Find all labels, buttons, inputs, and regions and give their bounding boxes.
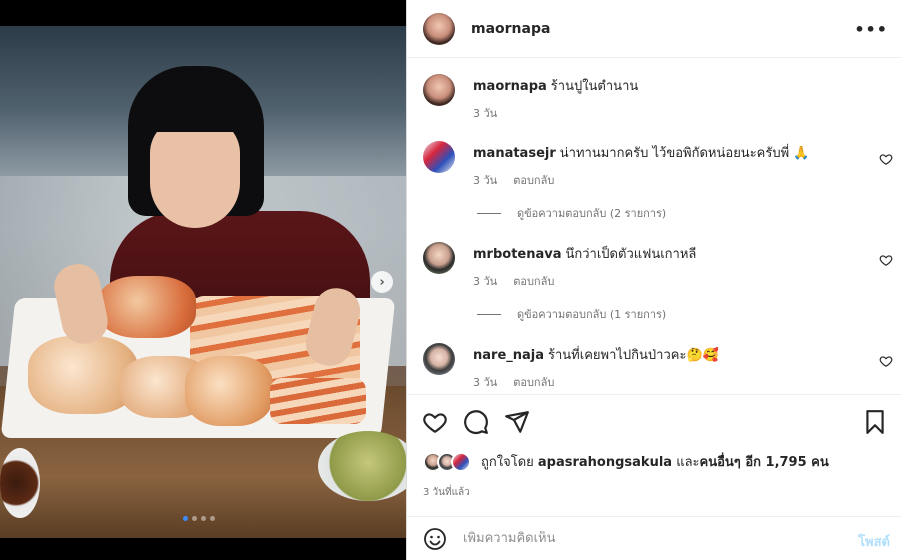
- comment-text: น่าทานมากครับ ไว้ขอพิกัดหน่อยนะครับพี่ 🙏: [559, 146, 810, 161]
- carousel-dot: [192, 516, 197, 521]
- caption-text: ร้านปูในตำนาน: [550, 79, 639, 94]
- carousel-dot: [210, 516, 215, 521]
- post-time-ago[interactable]: 3 วันที่แล้ว: [423, 485, 470, 500]
- post-side-panel: maornapa ••• maornapa ร้านปูในตำนาน 3 วัน: [406, 0, 901, 560]
- comment-time[interactable]: 3 วัน: [473, 171, 497, 189]
- avatar[interactable]: [423, 242, 455, 274]
- comment-text: ร้านที่เคยพาไปกินป่าวคะ🤔🥰: [548, 348, 719, 363]
- likes-prefix: ถูกใจโดย: [481, 455, 534, 470]
- comment-input[interactable]: [463, 531, 843, 546]
- emoji-icon[interactable]: [423, 527, 447, 551]
- liker-username[interactable]: apasrahongsakula: [538, 455, 672, 470]
- comment-username[interactable]: nare_naja: [473, 348, 544, 363]
- chevron-right-icon: ›: [379, 274, 385, 290]
- heart-icon[interactable]: [879, 354, 893, 368]
- comment-username[interactable]: mrbotenava: [473, 247, 562, 262]
- share-send-icon[interactable]: [504, 409, 530, 435]
- carousel-dot: [201, 516, 206, 521]
- view-replies-button[interactable]: ดูข้อความตอบกลับ (1 รายการ): [477, 305, 666, 323]
- comment-time[interactable]: 3 วัน: [473, 272, 497, 290]
- reply-button[interactable]: ตอบกลับ: [513, 373, 554, 391]
- post-comment-button[interactable]: โพสต์: [858, 531, 890, 552]
- author-avatar[interactable]: [423, 12, 455, 45]
- liker-avatar: [451, 451, 471, 472]
- comment-bubble-icon[interactable]: [463, 409, 489, 435]
- avatar[interactable]: [423, 74, 455, 106]
- avatar[interactable]: [423, 141, 455, 173]
- instagram-post-modal: › maornapa ••• maornapa ร้านปูในตำนาน 3 …: [0, 0, 901, 560]
- view-replies-label: ดูข้อความตอบกลับ (2 รายการ): [517, 207, 667, 220]
- carousel-next-button[interactable]: ›: [371, 271, 393, 293]
- comments-list: maornapa ร้านปูในตำนาน 3 วัน manatasejr น่…: [407, 58, 901, 394]
- carousel-dot: [183, 516, 188, 521]
- more-options-button[interactable]: •••: [854, 20, 888, 39]
- view-replies-label: ดูข้อความตอบกลับ (1 รายการ): [517, 308, 667, 321]
- likes-others-link[interactable]: คนอื่นๆ อีก 1,795 คน: [700, 455, 829, 470]
- like-heart-icon[interactable]: [422, 409, 448, 435]
- likes-text: ถูกใจโดย apasrahongsakula และคนอื่นๆ อีก…: [481, 451, 829, 472]
- avatar[interactable]: [423, 343, 455, 375]
- reply-button[interactable]: ตอบกลับ: [513, 272, 554, 290]
- heart-icon[interactable]: [879, 253, 893, 267]
- caption-time[interactable]: 3 วัน: [473, 104, 497, 122]
- post-header: maornapa •••: [407, 0, 901, 58]
- view-replies-button[interactable]: ดูข้อความตอบกลับ (2 รายการ): [477, 204, 666, 222]
- author-username[interactable]: maornapa: [471, 21, 550, 37]
- bookmark-icon[interactable]: [862, 409, 888, 435]
- comment-time[interactable]: 3 วัน: [473, 373, 497, 391]
- likes-summary: ถูกใจโดย apasrahongsakula และคนอื่นๆ อีก…: [423, 451, 829, 472]
- more-horizontal-icon: •••: [854, 20, 888, 39]
- reply-button[interactable]: ตอบกลับ: [513, 171, 554, 189]
- comment-text: นึกว่าเป็ดตัวแฟนเกาหลี: [565, 247, 697, 262]
- post-media: ›: [0, 0, 406, 560]
- heart-icon[interactable]: [879, 152, 893, 166]
- likes-and: และ: [676, 455, 700, 470]
- carousel-indicator: [183, 516, 215, 521]
- caption-username[interactable]: maornapa: [473, 79, 547, 94]
- post-photo: [0, 26, 406, 538]
- add-comment-bar: โพสต์: [407, 516, 901, 560]
- comment-username[interactable]: manatasejr: [473, 146, 556, 161]
